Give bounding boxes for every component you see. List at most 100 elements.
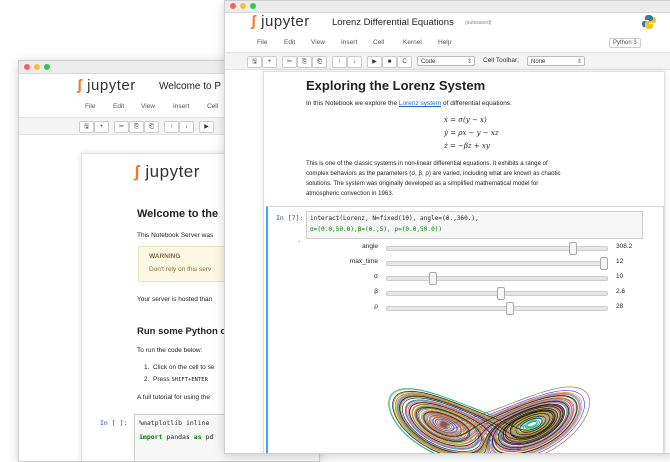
paste-icon[interactable]: ⎗	[144, 121, 159, 133]
menu-insert[interactable]: Insert	[341, 39, 357, 46]
lorenz-link[interactable]: Lorenz system	[399, 100, 441, 107]
autosave-status: (autosaved)	[465, 20, 492, 26]
up-icon[interactable]: ↑	[332, 56, 347, 68]
copy-icon[interactable]: ⎘	[129, 121, 144, 133]
slider-track-1[interactable]	[386, 261, 608, 266]
slider-handle-3[interactable]	[497, 287, 506, 300]
menu-file[interactable]: File	[257, 39, 267, 46]
warning-title: WARNING	[149, 253, 181, 260]
menu-view[interactable]: View	[311, 39, 325, 46]
menu-cell[interactable]: Cell	[207, 103, 218, 110]
maximize-icon[interactable]	[44, 64, 50, 70]
menu-view[interactable]: View	[141, 103, 155, 110]
run-icon[interactable]: ▶	[367, 56, 382, 68]
close-icon[interactable]	[230, 3, 236, 9]
back-list-1: 1. Click on the cell to se	[144, 364, 215, 371]
slider-label-0: angle	[362, 243, 378, 250]
restart-icon[interactable]: C	[397, 56, 412, 68]
front-notebook-title[interactable]: Lorenz Differential Equations	[332, 17, 454, 28]
maximize-icon[interactable]	[250, 3, 256, 9]
back-hosted: Your server is hosted than	[137, 296, 213, 303]
kernel-indicator[interactable]: Python 3	[609, 38, 641, 48]
intro-text: of differential equations:	[441, 100, 512, 107]
slider-label-1: max_time	[349, 258, 378, 265]
jupyter-mark-icon: ʃ	[77, 77, 88, 94]
cell-toolbar-label: Cell Toolbar:	[483, 57, 520, 64]
code-text: pd	[201, 433, 214, 441]
back-run-text: To run the code below:	[137, 347, 203, 354]
front-intro: In this Notebook we explore the Lorenz s…	[306, 100, 512, 107]
back-h2: Run some Python c	[137, 326, 226, 337]
cut-icon[interactable]: ✂	[114, 121, 129, 133]
intro-text: In this Notebook we explore the	[306, 100, 399, 107]
minimize-icon[interactable]	[34, 64, 40, 70]
equation-3: ż = −βz + xy	[444, 142, 490, 150]
code-editor[interactable]: interact(Lorenz, N=fixed(10), angle=(0.,…	[306, 211, 643, 239]
menu-kernel[interactable]: Kernel	[403, 39, 422, 46]
close-icon[interactable]	[24, 64, 30, 70]
stop-icon[interactable]: ■	[382, 56, 397, 68]
selected-cell[interactable]: In [7]: interact(Lorenz, N=fixed(10), an…	[266, 206, 664, 453]
code-keyword: import	[139, 433, 163, 441]
back-heading: Welcome to the	[137, 208, 219, 220]
down-icon[interactable]: ↓	[347, 56, 362, 68]
cut-icon[interactable]: ✂	[282, 56, 297, 68]
code-text: pandas	[162, 433, 194, 441]
up-icon[interactable]: ↑	[164, 121, 179, 133]
code-line-2: σ=(0.0,50.0),β=(0.,5), ρ=(0.0,50.0))	[310, 226, 443, 233]
back-list-2: 2. Press SHIFT+ENTER	[144, 376, 208, 383]
paragraph-line-2: complex behaviors as the parameters (σ, …	[306, 170, 561, 177]
paragraph-line-1: This is one of the classic systems in no…	[306, 160, 548, 167]
warning-text: Don't rely on this serv	[149, 266, 212, 273]
back-cell-prompt: In [ ]:	[100, 419, 128, 427]
down-icon[interactable]: ↓	[179, 121, 194, 133]
add-icon[interactable]: +	[262, 56, 277, 68]
python-icon	[642, 15, 656, 29]
menu-help[interactable]: Help	[438, 39, 451, 46]
shortcut-code: SHIFT+ENTER	[171, 377, 208, 383]
paste-icon[interactable]: ⎗	[312, 56, 327, 68]
menu-file[interactable]: File	[85, 103, 95, 110]
output-collapse-icon[interactable]: ▪	[298, 239, 300, 245]
code-keyword: as	[193, 433, 202, 441]
minimize-icon[interactable]	[240, 3, 246, 9]
run-icon[interactable]: ▶	[199, 121, 214, 133]
copy-icon[interactable]: ⎘	[297, 56, 312, 68]
add-icon[interactable]: +	[94, 121, 109, 133]
menu-edit[interactable]: Edit	[284, 39, 295, 46]
code-line-1: interact(Lorenz, N=fixed(10), angle=(0.,…	[310, 215, 479, 222]
slider-handle-0[interactable]	[569, 242, 578, 255]
slider-handle-4[interactable]	[505, 302, 514, 315]
front-heading: Exploring the Lorenz System	[306, 78, 486, 93]
slider-handle-1[interactable]	[600, 257, 608, 270]
equation-1: ẋ = σ(y − x)	[444, 116, 487, 124]
menu-insert[interactable]: Insert	[173, 103, 189, 110]
slider-value-4: 28	[616, 303, 624, 310]
back-jupyter-logo[interactable]: ʃ jupyter	[77, 77, 136, 94]
list-item-text: Press	[153, 376, 172, 383]
slider-track-2[interactable]	[386, 276, 608, 281]
back-tutorial: A full tutorial for using the	[137, 394, 210, 401]
front-header: ʃ jupyter Lorenz Differential Equations …	[225, 12, 670, 36]
slider-track-4[interactable]	[386, 306, 608, 311]
jupyter-mark-icon: ʃ	[134, 162, 146, 181]
menu-edit[interactable]: Edit	[113, 103, 124, 110]
cell-toolbar-select[interactable]: None	[527, 56, 585, 67]
front-toolbar: Code Cell Toolbar: None 🖫+ ✂⎘⎗ ↑↓ ▶■C	[225, 52, 670, 70]
menu-cell[interactable]: Cell	[373, 39, 384, 46]
back-notebook-title[interactable]: Welcome to P	[159, 81, 221, 92]
front-notebook: Exploring the Lorenz System In this Note…	[263, 71, 665, 453]
slider-value-0: 308.2	[616, 243, 633, 250]
jupyter-mark-icon: ʃ	[251, 13, 262, 30]
save-icon[interactable]: 🖫	[247, 56, 262, 68]
logo-text: jupyter	[87, 77, 136, 94]
slider-value-1: 12	[616, 258, 624, 265]
slider-handle-2[interactable]	[428, 272, 437, 285]
slider-label-3: β	[374, 288, 378, 295]
back-intro: This Notebook Server was	[137, 232, 214, 239]
cell-type-select[interactable]: Code	[417, 56, 475, 67]
logo-text: jupyter	[261, 13, 310, 30]
front-menubar: Python 3 File Edit View Insert Cell Kernel Hel…	[225, 35, 670, 51]
save-icon[interactable]: 🖫	[79, 121, 94, 133]
front-jupyter-logo[interactable]: ʃ jupyter	[251, 13, 310, 30]
